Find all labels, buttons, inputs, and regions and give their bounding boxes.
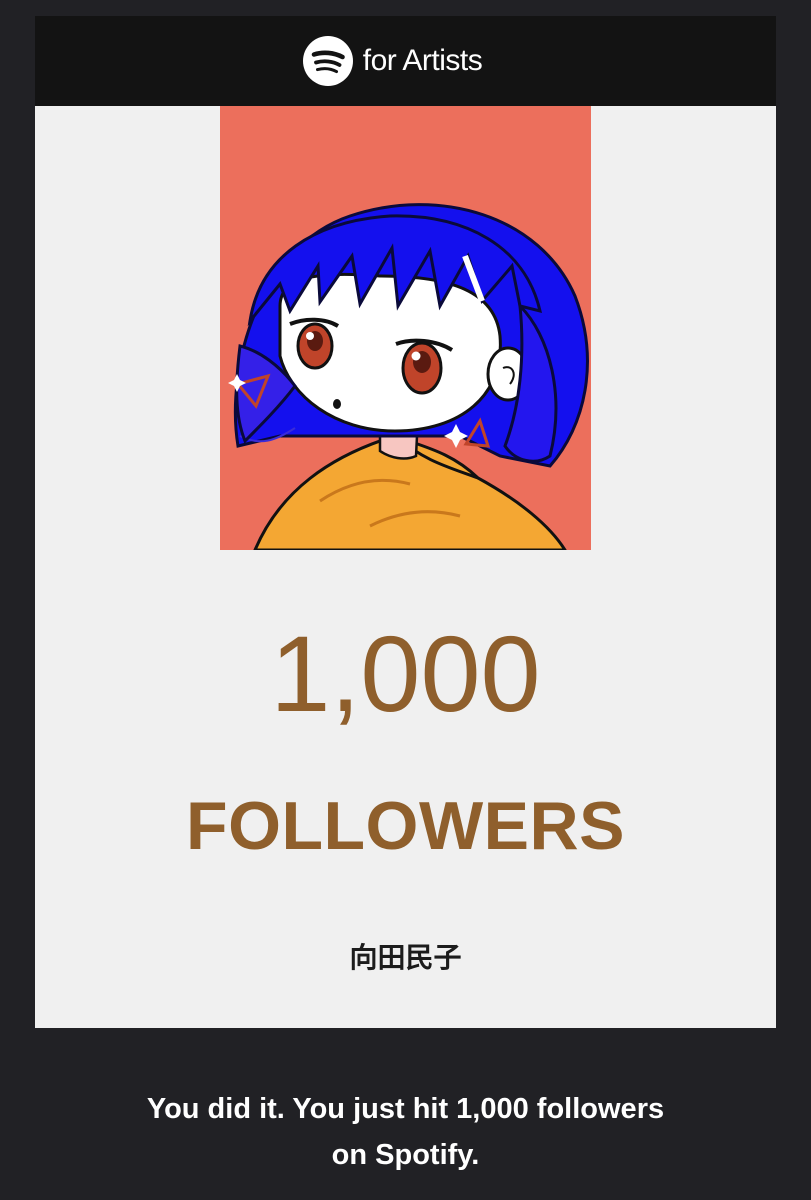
message-line-1: You did it. You just hit 1,000 followers — [146, 1093, 665, 1125]
milestone-label: FOLLOWERS — [186, 788, 625, 864]
artist-illustration — [220, 106, 591, 550]
brand-text: for Artists — [362, 44, 483, 77]
milestone-page: for Artists 1,000 FOLLOWERS 向田民子 You did… — [0, 0, 811, 1200]
artist-illustration-art — [220, 106, 591, 550]
message-line-2: on Spotify. — [331, 1139, 480, 1171]
brand-lockup: for Artists — [302, 36, 483, 86]
milestone-card: for Artists 1,000 FOLLOWERS 向田民子 — [35, 16, 776, 1028]
artist-name: 向田民子 — [349, 941, 462, 974]
congratulations-message: You did it. You just hit 1,000 followers… — [60, 1086, 751, 1178]
spotify-logo-icon — [302, 36, 353, 86]
follower-count: 1,000 — [270, 613, 541, 734]
brand-header: for Artists — [35, 16, 776, 106]
